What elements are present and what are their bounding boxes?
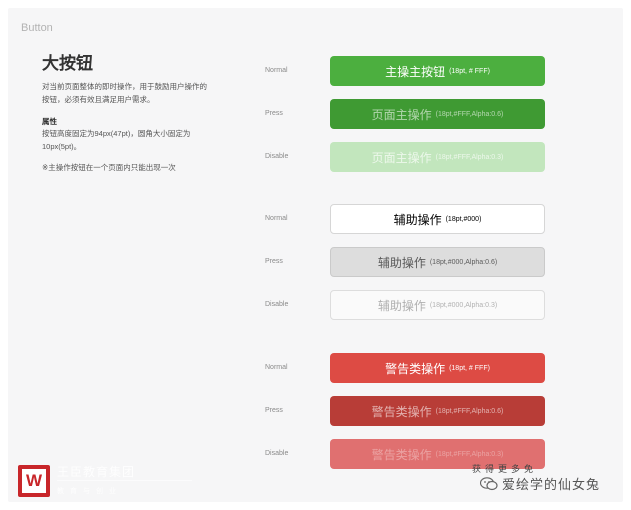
button-spec: (18pt, # FFF) bbox=[449, 364, 490, 372]
button-label: 辅助操作 bbox=[377, 255, 426, 270]
state-label-disable: Disable bbox=[265, 301, 289, 308]
button-spec: (18pt, # FFF) bbox=[449, 67, 490, 75]
state-label-press: Press bbox=[265, 110, 283, 117]
primary-button-normal[interactable]: 主操主按钮 (18pt, # FFF) bbox=[330, 56, 545, 86]
button-spec: (18pt,#FFF,Alpha:0.3) bbox=[435, 450, 504, 458]
button-spec: (18pt,#FFF,Alpha:0.6) bbox=[435, 407, 504, 415]
section-label: Button bbox=[21, 22, 53, 34]
state-label-normal: Normal bbox=[265, 215, 288, 222]
button-label: 警告类操作 bbox=[385, 361, 446, 376]
button-spec: (18pt,#000,Alpha:0.3) bbox=[429, 301, 498, 309]
button-label: 警告类操作 bbox=[371, 404, 432, 419]
button-label: 警告类操作 bbox=[371, 447, 432, 462]
button-label: 辅助操作 bbox=[393, 212, 442, 227]
secondary-button-normal[interactable]: 辅助操作 (18pt,#000) bbox=[330, 204, 545, 234]
button-spec: (18pt,#000) bbox=[445, 215, 482, 223]
state-label-press: Press bbox=[265, 407, 283, 414]
button-label: 页面主操作 bbox=[371, 150, 432, 165]
page-title: 大按钮 bbox=[42, 54, 93, 73]
usage-note: ※主操作按钮在一个页面内只能出现一次 bbox=[42, 163, 176, 172]
button-spec: (18pt,#FFF,Alpha:0.3) bbox=[435, 153, 504, 161]
wechat-icon bbox=[479, 477, 498, 494]
attributes-text: 按钮高度固定为94px(47pt)，圆角大小固定为10px(5pt)。 bbox=[42, 129, 191, 151]
watermark-promo-text: 爱绘学的仙女兔 bbox=[502, 477, 601, 492]
attributes-title: 属性 bbox=[42, 117, 57, 126]
state-label-disable: Disable bbox=[265, 153, 289, 160]
secondary-button-disabled: 辅助操作 (18pt,#000,Alpha:0.3) bbox=[330, 290, 545, 320]
button-spec: (18pt,#000,Alpha:0.6) bbox=[429, 258, 498, 266]
logo-letter: W bbox=[22, 469, 46, 493]
button-label: 主操主按钮 bbox=[385, 64, 446, 79]
description-text: 对当前页面整体的即时操作，用于鼓励用户操作的按钮，必须有效且满足用户需求。 bbox=[42, 82, 207, 104]
state-label-normal: Normal bbox=[265, 67, 288, 74]
state-label-press: Press bbox=[265, 258, 283, 265]
state-label-normal: Normal bbox=[265, 364, 288, 371]
state-label-disable: Disable bbox=[265, 450, 289, 457]
button-spec: (18pt,#FFF,Alpha:0.6) bbox=[435, 110, 504, 118]
watermark-org-sub: 教育与创业 bbox=[57, 488, 122, 495]
primary-button-press[interactable]: 页面主操作 (18pt,#FFF,Alpha:0.6) bbox=[330, 99, 545, 129]
secondary-button-press[interactable]: 辅助操作 (18pt,#000,Alpha:0.6) bbox=[330, 247, 545, 277]
warning-button-press[interactable]: 警告类操作 (18pt,#FFF,Alpha:0.6) bbox=[330, 396, 545, 426]
watermark-org-name: 王臣教育集团 bbox=[57, 465, 136, 479]
brand-logo: W bbox=[18, 465, 50, 497]
warning-button-normal[interactable]: 警告类操作 (18pt, # FFF) bbox=[330, 353, 545, 383]
button-label: 页面主操作 bbox=[371, 107, 432, 122]
primary-button-disabled: 页面主操作 (18pt,#FFF,Alpha:0.3) bbox=[330, 142, 545, 172]
watermark-divider bbox=[57, 480, 192, 481]
button-label: 辅助操作 bbox=[377, 298, 426, 313]
